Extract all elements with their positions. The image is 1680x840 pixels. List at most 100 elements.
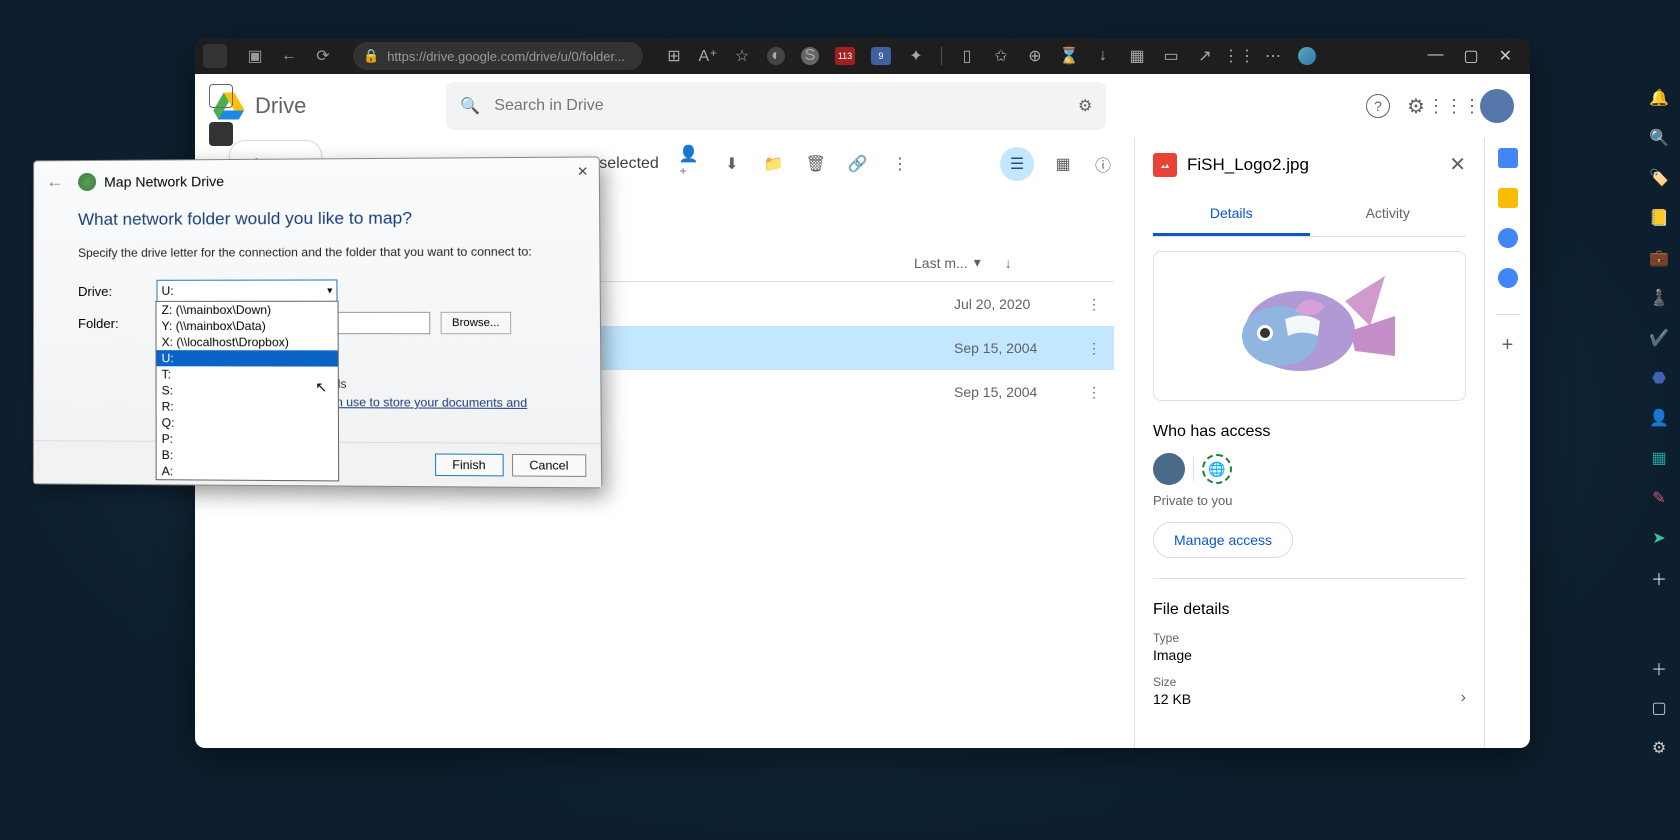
add-more-icon[interactable]: ＋ xyxy=(1649,658,1669,678)
help-icon[interactable]: ? xyxy=(1366,94,1390,118)
maximize-icon[interactable]: ▢ xyxy=(1463,46,1478,66)
search-icon[interactable]: 🔍 xyxy=(1649,128,1669,148)
drive-option[interactable]: B: xyxy=(157,447,338,464)
tag-icon[interactable]: 🏷️ xyxy=(1649,168,1669,188)
dialog-question: What network folder would you like to ma… xyxy=(78,208,570,230)
collections-icon[interactable]: ⊞ xyxy=(665,47,683,65)
addon-icon[interactable]: ⋮⋮ xyxy=(1230,47,1248,65)
chess-icon[interactable]: ♟️ xyxy=(1649,288,1669,308)
drive-tab-icon[interactable] xyxy=(209,122,233,146)
favorites-icon[interactable]: ✩ xyxy=(992,47,1010,65)
preview-thumbnail[interactable] xyxy=(1153,251,1466,401)
tab-avatar-icon[interactable] xyxy=(203,44,227,68)
drive-option[interactable]: A: xyxy=(157,463,339,480)
apps-icon[interactable]: ▦ xyxy=(1128,47,1146,65)
move-icon[interactable]: 📁 xyxy=(763,153,785,175)
sort-arrow-icon[interactable]: ↓ xyxy=(1005,255,1012,271)
workspace-icon[interactable]: ▣ xyxy=(245,46,265,66)
delete-icon[interactable]: 🗑 xyxy=(805,153,827,175)
tab-activity[interactable]: Activity xyxy=(1310,193,1467,236)
panel-icon[interactable]: ▢ xyxy=(1649,698,1669,718)
chevron-down-icon[interactable]: ▾ xyxy=(974,254,981,271)
extensions-icon[interactable]: ✦ xyxy=(907,47,925,65)
drive-option[interactable]: Q: xyxy=(157,415,338,432)
contacts-icon[interactable] xyxy=(1498,268,1518,288)
tabs-toggle-icon[interactable] xyxy=(209,84,233,108)
chevron-right-icon[interactable]: › xyxy=(1461,689,1466,707)
hex-icon[interactable]: ⬣ xyxy=(1649,368,1669,388)
settings-gear-icon[interactable]: ⚙ xyxy=(1404,94,1428,118)
ext2-icon[interactable]: S xyxy=(801,47,819,65)
share-icon[interactable]: ↗ xyxy=(1196,47,1214,65)
apps-grid-icon[interactable]: ⋮⋮⋮ xyxy=(1442,94,1466,118)
person-icon[interactable]: 👤 xyxy=(1649,408,1669,428)
file-details-heading: File details xyxy=(1153,601,1466,619)
app1-icon[interactable]: ▦ xyxy=(1649,448,1669,468)
ext3-badge-icon[interactable]: 113 xyxy=(835,47,855,65)
search-options-icon[interactable]: ⚙ xyxy=(1078,96,1092,116)
share-person-icon[interactable]: 👤⁺ xyxy=(679,153,701,175)
browse-button[interactable]: Browse... xyxy=(441,312,512,334)
tasks-icon[interactable] xyxy=(1498,228,1518,248)
drive-option[interactable]: S: xyxy=(157,382,338,399)
drive-option[interactable]: Z: (\\mainbox\Down) xyxy=(156,302,337,318)
public-globe-icon[interactable]: 🌐 xyxy=(1202,454,1232,484)
ext1-icon[interactable]: ◐ xyxy=(767,47,785,65)
close-details-icon[interactable]: ✕ xyxy=(1449,152,1466,177)
minimize-icon[interactable]: — xyxy=(1427,46,1443,66)
manage-access-button[interactable]: Manage access xyxy=(1153,522,1293,558)
drive-option[interactable]: T: xyxy=(157,366,338,383)
ext4-badge-icon[interactable]: 9 xyxy=(871,47,891,65)
size-value: 12 KB xyxy=(1153,691,1191,707)
drive-option[interactable]: U: xyxy=(157,350,338,366)
calendar-icon[interactable] xyxy=(1498,148,1518,168)
task-icon[interactable]: ✔️ xyxy=(1649,328,1669,348)
reader-icon[interactable]: ▭ xyxy=(1162,47,1180,65)
user-avatar[interactable] xyxy=(1480,89,1514,123)
drive-option[interactable]: X: (\\localhost\Dropbox) xyxy=(157,334,338,350)
downloads-icon[interactable]: ↓ xyxy=(1094,47,1112,65)
drive-option[interactable]: R: xyxy=(157,398,338,415)
back-icon[interactable]: ← xyxy=(279,46,299,66)
more-actions-icon[interactable]: ⋮ xyxy=(889,153,911,175)
read-aloud-icon[interactable]: A⁺ xyxy=(699,47,717,65)
collections2-icon[interactable]: ⊕ xyxy=(1026,47,1044,65)
keep-icon[interactable] xyxy=(1498,188,1518,208)
row-more-icon[interactable]: ⋮ xyxy=(1074,384,1114,401)
info-icon[interactable]: ⓘ xyxy=(1092,153,1114,175)
send-icon[interactable]: ➤ xyxy=(1649,528,1669,548)
link-icon[interactable]: 🔗 xyxy=(847,153,869,175)
download-icon[interactable]: ⬇ xyxy=(721,153,743,175)
favorite-icon[interactable]: ☆ xyxy=(733,47,751,65)
settings-icon[interactable]: ⚙ xyxy=(1649,738,1669,758)
col-modified-label[interactable]: Last m... xyxy=(914,255,968,271)
back-arrow-icon[interactable]: ← xyxy=(46,171,70,192)
grid-view-icon[interactable]: ▦ xyxy=(1052,153,1074,175)
search-input[interactable] xyxy=(494,97,1064,115)
tab-details[interactable]: Details xyxy=(1153,193,1310,236)
url-bar[interactable]: 🔒 https://drive.google.com/drive/u/0/fol… xyxy=(353,42,643,70)
row-more-icon[interactable]: ⋮ xyxy=(1074,296,1114,313)
drive-option[interactable]: Y: (\\mainbox\Data) xyxy=(156,318,337,334)
sidebar-icon[interactable]: ▯ xyxy=(958,47,976,65)
history-icon[interactable]: ⌛ xyxy=(1060,47,1078,65)
edit-icon[interactable]: ✎ xyxy=(1649,488,1669,508)
dialog-close-icon[interactable]: ✕ xyxy=(577,164,589,180)
bell-icon[interactable]: 🔔 xyxy=(1649,88,1669,108)
drive-letter-select[interactable]: U: ▾ xyxy=(156,279,337,301)
folder-icon[interactable]: 💼 xyxy=(1649,248,1669,268)
bing-icon[interactable] xyxy=(1298,47,1316,65)
filter-icon[interactable]: ☰ xyxy=(1000,147,1034,181)
owner-avatar-icon[interactable] xyxy=(1153,453,1185,485)
drive-option[interactable]: P: xyxy=(157,431,338,448)
menu-icon[interactable]: ⋯ xyxy=(1264,47,1282,65)
note-icon[interactable]: 📒 xyxy=(1649,208,1669,228)
close-icon[interactable]: ✕ xyxy=(1499,46,1512,66)
row-more-icon[interactable]: ⋮ xyxy=(1074,340,1114,357)
plus-icon[interactable]: ＋ xyxy=(1649,568,1669,588)
search-box[interactable]: 🔍 ⚙ xyxy=(446,82,1106,130)
refresh-icon[interactable]: ⟳ xyxy=(313,46,333,66)
addons-plus-icon[interactable]: + xyxy=(1498,335,1518,355)
cancel-button[interactable]: Cancel xyxy=(512,454,587,477)
finish-button[interactable]: Finish xyxy=(435,453,504,476)
